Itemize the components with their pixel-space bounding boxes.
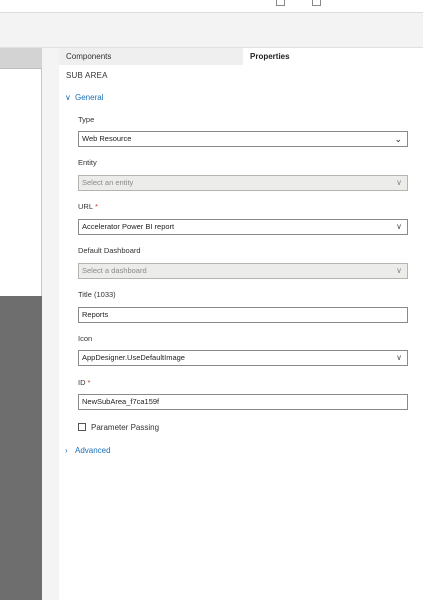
general-group-toggle[interactable]: ∨ General	[65, 92, 103, 104]
url-label-text: URL	[78, 202, 94, 211]
url-select[interactable]: Accelerator Power BI report ∨	[78, 219, 408, 235]
tab-components[interactable]: Components	[59, 48, 243, 65]
toolbar	[0, 13, 423, 48]
default-dashboard-select: Select a dashboard ∨	[78, 263, 408, 279]
panel-tabs: Components Properties	[59, 48, 423, 65]
icon-value: AppDesigner.UseDefaultImage	[82, 353, 185, 362]
chevron-down-icon: ∨	[396, 266, 402, 275]
canvas-panel	[0, 48, 42, 600]
type-label: Type	[78, 115, 95, 124]
id-value: NewSubArea_f7ca159f	[82, 397, 160, 406]
default-dashboard-label: Default Dashboard	[78, 246, 141, 255]
panel-divider	[42, 48, 59, 600]
id-label: ID *	[78, 378, 90, 387]
url-value: Accelerator Power BI report	[82, 222, 175, 231]
parameter-passing-row[interactable]: Parameter Passing	[78, 422, 159, 434]
advanced-group-label: Advanced	[75, 446, 111, 455]
title-value: Reports	[82, 310, 109, 319]
advanced-group-toggle[interactable]: › Advanced	[65, 445, 111, 457]
chevron-down-icon: ∨	[65, 93, 71, 102]
default-dashboard-placeholder: Select a dashboard	[82, 266, 147, 275]
chevron-down-icon: ∨	[396, 222, 402, 231]
chevron-right-icon: ›	[65, 446, 68, 455]
entity-label: Entity	[78, 158, 97, 167]
parameter-passing-checkbox[interactable]	[78, 423, 86, 431]
title-bar	[0, 0, 423, 13]
chevron-down-icon: ∨	[396, 178, 402, 187]
icon-select[interactable]: AppDesigner.UseDefaultImage ∨	[78, 350, 408, 366]
canvas-area[interactable]	[0, 69, 42, 296]
window-control-icon[interactable]	[276, 0, 285, 6]
entity-placeholder: Select an entity	[82, 178, 134, 187]
type-value: Web Resource	[82, 134, 132, 143]
tab-properties[interactable]: Properties	[243, 48, 423, 65]
chevron-down-icon: ⌄	[394, 134, 402, 144]
title-label: Title (1033)	[78, 290, 116, 299]
entity-select: Select an entity ∨	[78, 175, 408, 191]
required-indicator: *	[95, 202, 98, 211]
canvas-header	[0, 48, 42, 69]
window-control-icon[interactable]	[312, 0, 321, 6]
parameter-passing-label: Parameter Passing	[91, 423, 160, 432]
required-indicator: *	[87, 378, 91, 387]
properties-panel: Components Properties SUB AREA ∨ General …	[59, 48, 423, 600]
id-input[interactable]: NewSubArea_f7ca159f	[78, 394, 408, 410]
section-title: SUB AREA	[66, 71, 108, 80]
general-group-label: General	[75, 93, 104, 102]
url-label: URL *	[78, 202, 98, 211]
title-input[interactable]: Reports	[78, 307, 408, 323]
chevron-down-icon: ∨	[396, 353, 402, 362]
type-select[interactable]: Web Resource ⌄	[78, 131, 408, 147]
id-label-text: ID	[78, 378, 86, 387]
icon-label: Icon	[78, 334, 93, 343]
